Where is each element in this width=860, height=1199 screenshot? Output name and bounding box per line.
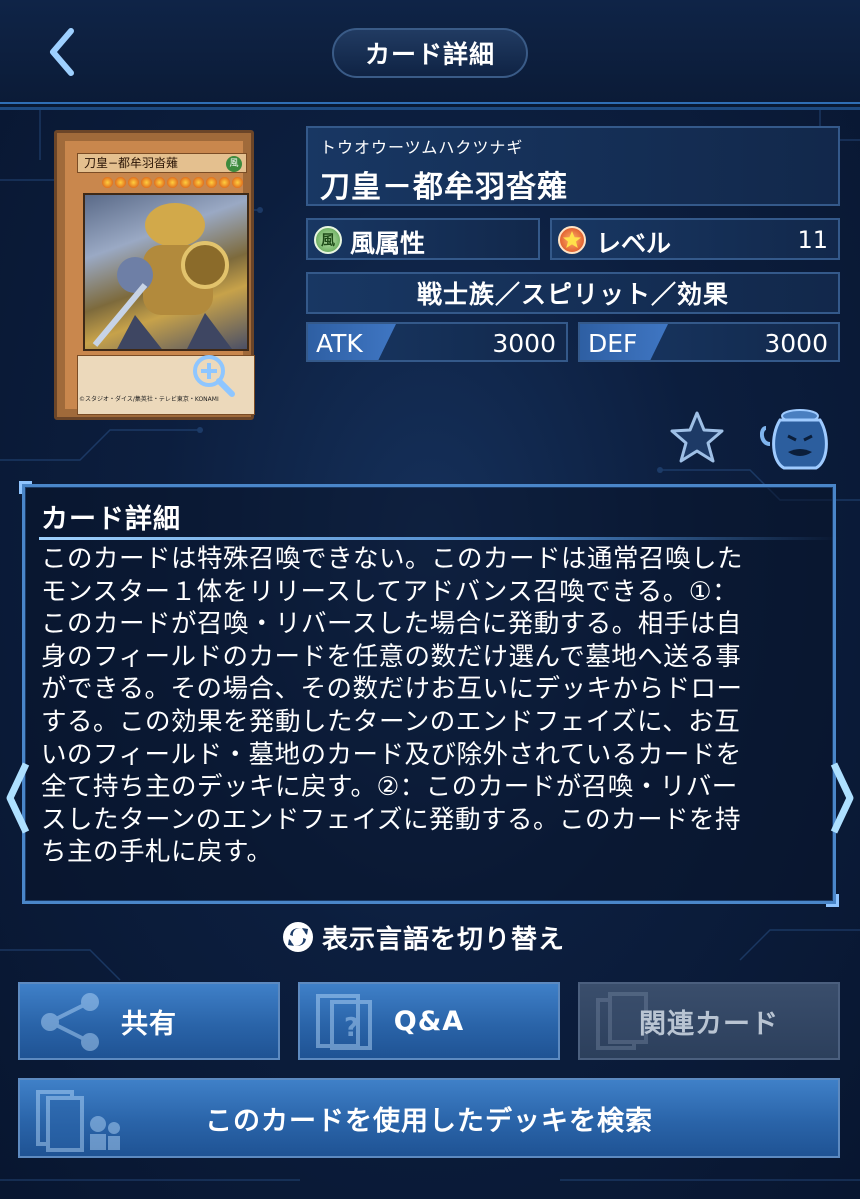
- card-level-star: [141, 177, 152, 188]
- star-glyph-icon: [563, 231, 581, 248]
- atk-value: 3000: [492, 329, 556, 358]
- card-level-star: [193, 177, 204, 188]
- card-image-name-text: 刀皇−都牟羽沓薙: [84, 156, 179, 170]
- card-level-star: [232, 177, 243, 188]
- card-level-star: [167, 177, 178, 188]
- description-divider: [39, 537, 839, 540]
- atk-label: ATK: [316, 329, 363, 358]
- description-title: カード詳細: [41, 504, 181, 535]
- description-line: このカードが召喚・リバースした場合に発動する。相手は自: [41, 609, 742, 640]
- next-card-button[interactable]: [828, 758, 858, 838]
- svg-text:?: ?: [344, 1013, 360, 1043]
- previous-card-button[interactable]: [2, 758, 32, 838]
- share-icon: [41, 993, 99, 1051]
- chevron-left-icon: [50, 28, 74, 76]
- search-deck-label: このカードを使用したデッキを検索: [205, 1105, 653, 1137]
- card-level-star: [180, 177, 191, 188]
- description-line: スしたターンのエンドフェイズに発動する。このカードを持: [41, 804, 741, 835]
- description-line: する。この効果を発動したターンのエンドフェイズに、お互: [41, 706, 741, 737]
- card-level-star: [102, 177, 113, 188]
- level-star-icon: [558, 226, 586, 254]
- qa-button[interactable]: ? Q&A: [298, 982, 560, 1060]
- def-value: 3000: [764, 329, 828, 358]
- level-label: レベル: [596, 229, 672, 258]
- description-line: このカードは特殊召喚できない。このカードは通常召喚した: [41, 544, 744, 574]
- qa-label: Q&A: [393, 1005, 465, 1037]
- related-cards-label: 関連カード: [639, 1008, 779, 1040]
- level-panel: レベル 11: [550, 218, 840, 260]
- card-artwork: [83, 193, 249, 351]
- swap-icon: [283, 922, 313, 952]
- share-label: 共有: [121, 1008, 177, 1040]
- description-line: 全て持ち主のデッキに戻す。②：このカードが召喚・リバー: [41, 772, 738, 803]
- card-name: 刀皇－都牟羽沓薙: [320, 170, 568, 205]
- description-line: ち主の手札に戻す。: [41, 837, 273, 868]
- zoom-in-button[interactable]: [190, 352, 236, 398]
- star-outline-icon: [670, 411, 724, 463]
- description-line: モンスター１体をリリースしてアドバンス召喚できる。①：: [41, 576, 739, 607]
- card-level-stars: [83, 177, 243, 189]
- chevron-right-icon: [830, 762, 854, 834]
- pot-of-greed-button[interactable]: [759, 406, 830, 472]
- atk-panel: ATK 3000: [306, 322, 568, 362]
- card-level-star: [128, 177, 139, 188]
- related-cards-button[interactable]: 関連カード: [578, 982, 840, 1060]
- favorite-button[interactable]: [668, 410, 726, 466]
- card-image-attribute: 風: [226, 156, 242, 172]
- def-label: DEF: [588, 329, 638, 358]
- search-deck-button[interactable]: このカードを使用したデッキを検索: [18, 1078, 840, 1158]
- share-button[interactable]: 共有: [18, 982, 280, 1060]
- attribute-label: 風属性: [350, 229, 426, 258]
- wind-attribute-icon: 風: [314, 226, 342, 254]
- card-reading: トウオウーツムハクツナギ: [320, 138, 524, 157]
- card-level-star: [219, 177, 230, 188]
- language-toggle-label: 表示言語を切り替え: [322, 924, 566, 955]
- attribute-panel: 風 風属性: [306, 218, 540, 260]
- card-name-panel: トウオウーツムハクツナギ 刀皇－都牟羽沓薙: [306, 126, 840, 206]
- def-panel: DEF 3000: [578, 322, 840, 362]
- card-level-star: [115, 177, 126, 188]
- pot-icon: [759, 409, 828, 470]
- description-line: ができる。その場合、その数だけお互いにデッキからドロー: [41, 674, 743, 705]
- card-type-line: 戦士族／スピリット／効果: [306, 272, 840, 314]
- chevron-left-icon: [6, 762, 30, 834]
- warrior-artwork-icon: [92, 203, 232, 349]
- card-level-star: [206, 177, 217, 188]
- header-bar: カード詳細: [0, 0, 860, 104]
- card-level-star: [154, 177, 165, 188]
- qa-card-icon: ?: [316, 994, 372, 1050]
- language-toggle[interactable]: 表示言語を切り替え: [282, 916, 565, 958]
- card-description-panel: カード詳細 このカードは特殊召喚できない。このカードは通常召喚した モンスター１…: [19, 481, 839, 907]
- description-text: このカードは特殊召喚できない。このカードは通常召喚した モンスター１体をリリース…: [41, 543, 831, 869]
- page-title: カード詳細: [332, 28, 528, 78]
- back-button[interactable]: [40, 26, 84, 78]
- zoom-in-icon: [193, 355, 235, 397]
- deck-search-icon: [36, 1090, 120, 1152]
- level-value: 11: [797, 226, 828, 254]
- card-image-name: 刀皇−都牟羽沓薙 風: [77, 153, 247, 173]
- description-line: 身のフィールドのカードを任意の数だけ選んで墓地へ送る事: [41, 641, 742, 672]
- description-line: いのフィールド・墓地のカード及び除外されているカードを: [41, 739, 742, 770]
